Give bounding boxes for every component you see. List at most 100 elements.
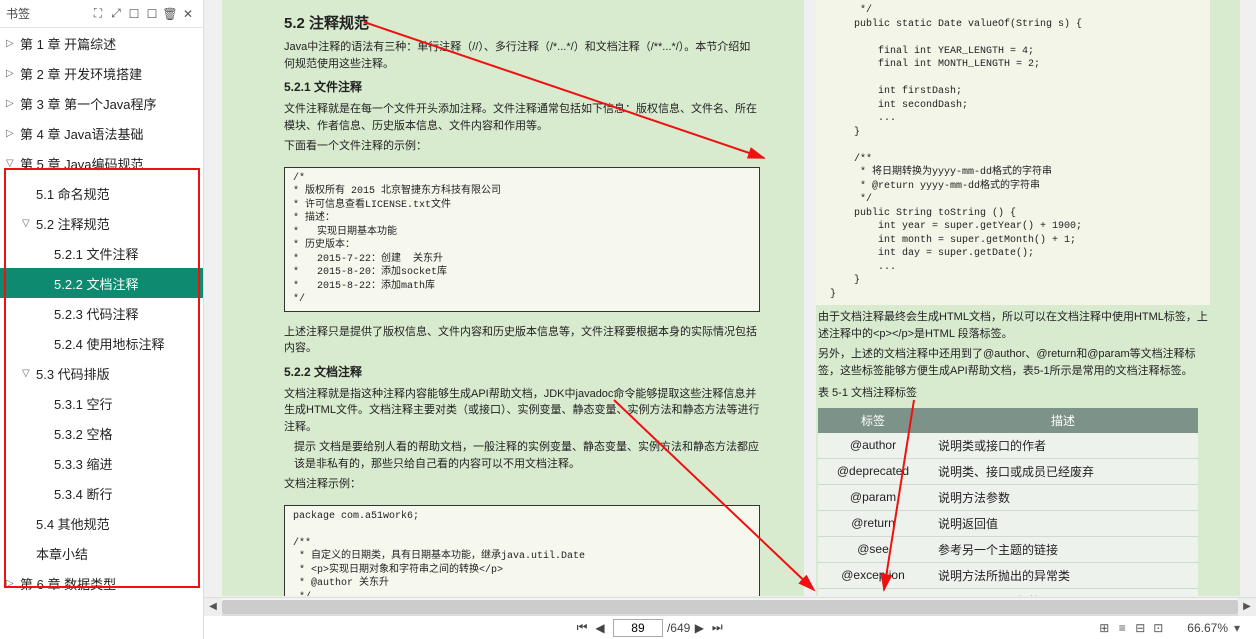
paragraph: 另外，上述的文档注释中还用到了@author、@return和@param等文档… [818, 346, 1210, 379]
toc-item[interactable]: ▽5.3 代码排版 [0, 358, 203, 388]
toc-item[interactable]: ▷第 6 章 数据类型 [0, 568, 203, 598]
prev-page-icon[interactable]: ◀ [591, 621, 609, 635]
subsection: 5.2.1 文件注释 [284, 78, 760, 95]
toc-item[interactable]: ▷第 2 章 开发环境搭建 [0, 58, 203, 88]
toc-label: 5.2.2 文档注释 [54, 274, 139, 293]
cell-desc: 同@exception 标签 [928, 588, 1198, 596]
toc-label: 5.3.3 缩进 [54, 454, 113, 473]
cell-tag: @throws [818, 588, 928, 596]
chevron-icon[interactable]: ▷ [6, 578, 20, 589]
cell-tag: @exception [818, 562, 928, 588]
tip: 提示 文档是要给别人看的帮助文档，一般注释的实例变量、静态变量、实例方法和静态方… [284, 439, 760, 472]
chevron-icon[interactable]: ▷ [6, 128, 20, 139]
cell-tag: @param [818, 484, 928, 510]
code-block: */ public static Date valueOf(String s) … [816, 0, 1210, 305]
toc-item[interactable]: ▷第 1 章 开篇综述 [0, 28, 203, 58]
toc-item[interactable]: 5.2.2 文档注释 [0, 268, 203, 298]
scroll-right-icon[interactable]: ▶ [1238, 598, 1256, 616]
fullscreen-icon[interactable]: ⤢ [107, 6, 125, 21]
scroll-left-icon[interactable]: ◀ [204, 598, 222, 616]
toc-item[interactable]: ▷第 4 章 Java语法基础 [0, 118, 203, 148]
cell-tag: @return [818, 510, 928, 536]
table-row: @throws同@exception 标签 [818, 588, 1198, 596]
toc-label: 5.3.2 空格 [54, 424, 113, 443]
cell-desc: 参考另一个主题的链接 [928, 536, 1198, 562]
table-row: @deprecated说明类、接口或成员已经废弃 [818, 458, 1198, 484]
toc-item[interactable]: 5.1 命名规范 [0, 178, 203, 208]
expand-icon[interactable]: ⛶ [89, 6, 107, 21]
pager-bar: ⏮ ◀ /649 ▶ ⏭ ⊞ ≡ ⊟ ⊡ 66.67% ▾ [204, 615, 1256, 639]
toc-item[interactable]: 5.2.1 文件注释 [0, 238, 203, 268]
chevron-icon[interactable]: ▷ [6, 68, 20, 79]
chevron-icon[interactable]: ▷ [6, 38, 20, 49]
chevron-icon[interactable]: ▷ [6, 98, 20, 109]
close-icon[interactable]: ✕ [179, 7, 197, 21]
view-book-icon[interactable]: ⊡ [1149, 621, 1167, 635]
next-page-icon[interactable]: ▶ [690, 621, 708, 635]
sidebar-header: 书签 ⛶ ⤢ ☐ ☐ 🗑 ✕ [0, 0, 203, 28]
zoom-label[interactable]: 66.67% [1187, 621, 1228, 635]
content-area: 5.2 注释规范 Java中注释的语法有三种：单行注释（//）、多行注释（/*.… [204, 0, 1256, 639]
cell-tag: @author [818, 433, 928, 459]
toc-label: 第 1 章 开篇综述 [20, 34, 116, 53]
subsection: 5.2.2 文档注释 [284, 363, 760, 380]
cell-desc: 说明类、接口或成员已经废弃 [928, 458, 1198, 484]
view-single-icon[interactable]: ⊞ [1095, 621, 1113, 635]
toc-item[interactable]: 5.2.3 代码注释 [0, 298, 203, 328]
toc-label: 5.3 代码排版 [36, 364, 110, 383]
toc-label: 5.3.4 断行 [54, 484, 113, 503]
toc-item[interactable]: 5.3.3 缩进 [0, 448, 203, 478]
cell-tag: @deprecated [818, 458, 928, 484]
scroll-thumb[interactable] [222, 600, 1238, 614]
toc-item[interactable]: ▽5.2 注释规范 [0, 208, 203, 238]
trash-icon[interactable]: 🗑 [161, 7, 179, 21]
paragraph: 文档注释就是指这种注释内容能够生成API帮助文档，JDK中javadoc命令能够… [284, 386, 760, 436]
last-page-icon[interactable]: ⏭ [708, 620, 726, 635]
toc-label: 5.3.1 空行 [54, 394, 113, 413]
view-facing-icon[interactable]: ⊟ [1131, 621, 1149, 635]
page-total: /649 [667, 621, 690, 635]
cell-desc: 说明方法所抛出的异常类 [928, 562, 1198, 588]
code-block: /* * 版权所有 2015 北京智捷东方科技有限公司 * 许可信息查看LICE… [284, 167, 760, 312]
toc-label: 5.2.1 文件注释 [54, 244, 139, 263]
page-right: */ public static Date valueOf(String s) … [816, 0, 1240, 596]
copy-icon[interactable]: ☐ [143, 7, 161, 21]
bookmark-sidebar: 书签 ⛶ ⤢ ☐ ☐ 🗑 ✕ ▷第 1 章 开篇综述▷第 2 章 开发环境搭建▷… [0, 0, 204, 639]
th-tag: 标签 [818, 408, 928, 433]
chevron-icon[interactable]: ▽ [22, 368, 36, 379]
chevron-icon[interactable]: ▽ [22, 218, 36, 229]
view-continuous-icon[interactable]: ≡ [1113, 621, 1131, 635]
chevron-icon[interactable]: ▽ [6, 158, 20, 169]
toc-label: 5.2.4 使用地标注释 [54, 334, 165, 353]
sidebar-title: 书签 [6, 5, 89, 22]
table-row: @exception说明方法所抛出的异常类 [818, 562, 1198, 588]
paragraph: 由于文档注释最终会生成HTML文档，所以可以在文档注释中使用HTML标签，上述注… [818, 309, 1210, 342]
cell-desc: 说明方法参数 [928, 484, 1198, 510]
toc-item[interactable]: 5.2.4 使用地标注释 [0, 328, 203, 358]
toc-item[interactable]: 5.4 其他规范 [0, 508, 203, 538]
page-left: 5.2 注释规范 Java中注释的语法有三种：单行注释（//）、多行注释（/*.… [222, 0, 804, 596]
toc-item[interactable]: ▽第 5 章 Java编码规范 [0, 148, 203, 178]
page-input[interactable] [613, 619, 663, 637]
add-icon[interactable]: ☐ [125, 7, 143, 21]
first-page-icon[interactable]: ⏮ [573, 620, 591, 635]
paragraph: 文档注释示例： [284, 476, 760, 493]
zoom-dropdown-icon[interactable]: ▾ [1228, 621, 1246, 635]
horizontal-scrollbar[interactable]: ◀ ▶ [204, 597, 1256, 615]
cell-tag: @see [818, 536, 928, 562]
toc-label: 第 3 章 第一个Java程序 [20, 94, 157, 113]
table-row: @return说明返回值 [818, 510, 1198, 536]
toc-item[interactable]: 5.3.4 断行 [0, 478, 203, 508]
section-heading: 5.2 注释规范 [284, 12, 760, 33]
th-desc: 描述 [928, 408, 1198, 433]
toc-label: 第 2 章 开发环境搭建 [20, 64, 142, 83]
toc[interactable]: ▷第 1 章 开篇综述▷第 2 章 开发环境搭建▷第 3 章 第一个Java程序… [0, 28, 203, 639]
toc-label: 5.1 命名规范 [36, 184, 110, 203]
cell-desc: 说明类或接口的作者 [928, 433, 1198, 459]
toc-item[interactable]: 本章小结 [0, 538, 203, 568]
toc-item[interactable]: 5.3.2 空格 [0, 418, 203, 448]
cell-desc: 说明返回值 [928, 510, 1198, 536]
toc-item[interactable]: 5.3.1 空行 [0, 388, 203, 418]
toc-item[interactable]: ▷第 3 章 第一个Java程序 [0, 88, 203, 118]
toc-label: 5.2.3 代码注释 [54, 304, 139, 323]
